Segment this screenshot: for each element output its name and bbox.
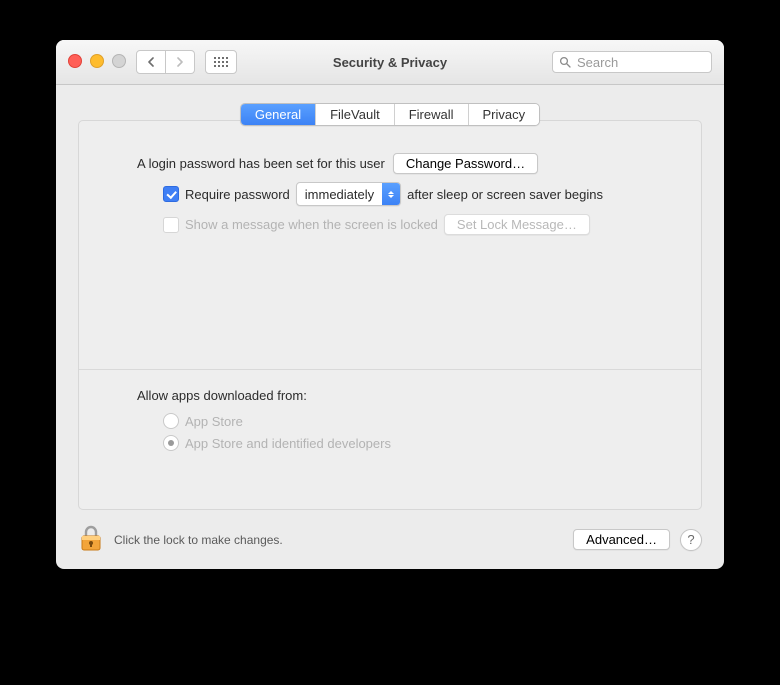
lock-icon — [78, 524, 104, 552]
show-message-row: Show a message when the screen is locked… — [163, 214, 671, 235]
tab-bar: General FileVault Firewall Privacy — [78, 103, 702, 126]
set-lock-message-button: Set Lock Message… — [444, 214, 590, 235]
footer: Click the lock to make changes. Advanced… — [78, 524, 702, 555]
show-all-button[interactable] — [205, 50, 237, 74]
tab-filevault[interactable]: FileVault — [316, 104, 395, 125]
require-password-row: Require password immediately after sleep… — [163, 182, 671, 206]
change-password-button[interactable]: Change Password… — [393, 153, 538, 174]
tab-privacy[interactable]: Privacy — [469, 104, 540, 125]
advanced-button[interactable]: Advanced… — [573, 529, 670, 550]
tab-box: General FileVault Firewall Privacy — [240, 103, 540, 126]
close-window-button[interactable] — [68, 54, 82, 68]
back-button[interactable] — [136, 50, 166, 74]
general-panel: A login password has been set for this u… — [78, 120, 702, 510]
search-field[interactable] — [552, 51, 712, 73]
show-message-label: Show a message when the screen is locked — [185, 217, 438, 232]
grid-icon — [214, 57, 228, 67]
allow-identified-label: App Store and identified developers — [185, 436, 391, 451]
show-message-checkbox — [163, 217, 179, 233]
tab-firewall[interactable]: Firewall — [395, 104, 469, 125]
allow-appstore-row: App Store — [163, 413, 671, 429]
require-password-label: Require password — [185, 187, 290, 202]
content-area: General FileVault Firewall Privacy A log… — [56, 85, 724, 569]
lock-button[interactable] — [78, 524, 104, 555]
login-password-text: A login password has been set for this u… — [137, 156, 385, 171]
preferences-window: Security & Privacy General FileVault Fir… — [56, 40, 724, 569]
lock-text: Click the lock to make changes. — [114, 533, 283, 547]
chevron-right-icon — [176, 57, 184, 67]
zoom-window-button — [112, 54, 126, 68]
login-password-row: A login password has been set for this u… — [137, 153, 671, 174]
allow-appstore-label: App Store — [185, 414, 243, 429]
traffic-lights — [68, 54, 126, 68]
tab-general[interactable]: General — [241, 104, 316, 125]
separator — [79, 369, 701, 370]
allow-appstore-radio — [163, 413, 179, 429]
search-input[interactable] — [575, 54, 705, 71]
search-icon — [559, 56, 571, 68]
password-delay-value: immediately — [297, 187, 382, 202]
allow-apps-heading: Allow apps downloaded from: — [137, 388, 671, 403]
allow-identified-row: App Store and identified developers — [163, 435, 671, 451]
allow-identified-radio — [163, 435, 179, 451]
forward-button[interactable] — [166, 50, 195, 74]
password-delay-select[interactable]: immediately — [296, 182, 401, 206]
help-button[interactable]: ? — [680, 529, 702, 551]
chevron-updown-icon — [382, 183, 400, 205]
chevron-left-icon — [147, 57, 155, 67]
minimize-window-button[interactable] — [90, 54, 104, 68]
require-password-checkbox[interactable] — [163, 186, 179, 202]
nav-buttons — [136, 50, 195, 74]
titlebar: Security & Privacy — [56, 40, 724, 85]
after-sleep-text: after sleep or screen saver begins — [407, 187, 603, 202]
